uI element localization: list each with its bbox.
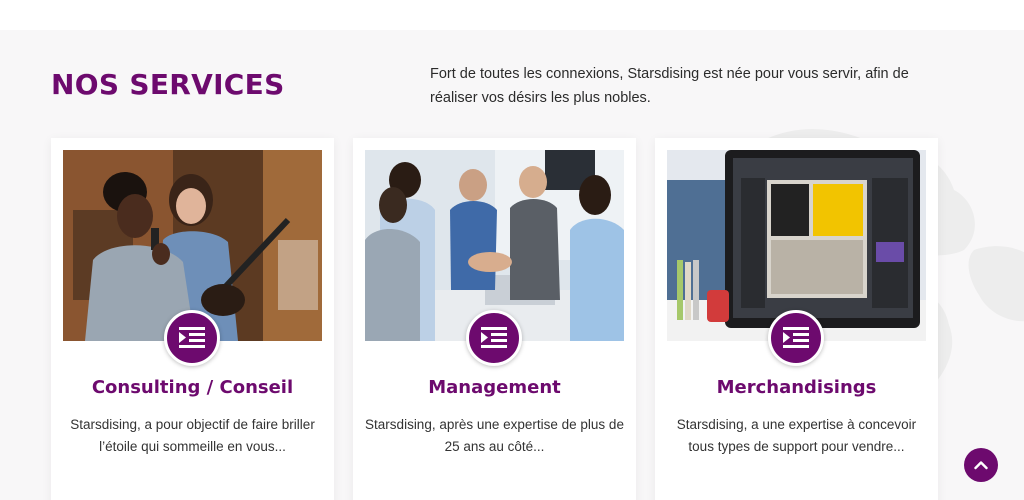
section-title: NOS SERVICES xyxy=(51,68,285,101)
service-title[interactable]: Merchandisings xyxy=(655,377,938,398)
service-card-consulting[interactable]: Consulting / Conseil Starsdising, a pour… xyxy=(51,138,334,500)
service-description: Starsdising, a une expertise à concevoir… xyxy=(676,417,917,454)
menu-indent-icon xyxy=(481,327,507,348)
chevron-up-icon xyxy=(974,461,988,470)
section-intro: Fort de toutes les connexions, Starsdisi… xyxy=(430,66,909,106)
services-section: NOS SERVICES Fort de toutes les connexio… xyxy=(0,30,1024,500)
service-title[interactable]: Consulting / Conseil xyxy=(51,377,334,398)
menu-indent-icon xyxy=(179,327,205,348)
service-description: Starsdising, a pour objectif de faire br… xyxy=(70,417,315,454)
service-card-merchandising[interactable]: Merchandisings Starsdising, a une expert… xyxy=(655,138,938,500)
service-badge xyxy=(768,310,824,366)
top-strip xyxy=(0,0,1024,30)
service-card-management[interactable]: Management Starsdising, après une expert… xyxy=(353,138,636,500)
service-description: Starsdising, après une expertise de plus… xyxy=(365,417,624,454)
service-badge xyxy=(466,310,522,366)
scroll-to-top-button[interactable] xyxy=(964,448,998,482)
service-badge xyxy=(164,310,220,366)
menu-indent-icon xyxy=(783,327,809,348)
service-title[interactable]: Management xyxy=(353,377,636,398)
